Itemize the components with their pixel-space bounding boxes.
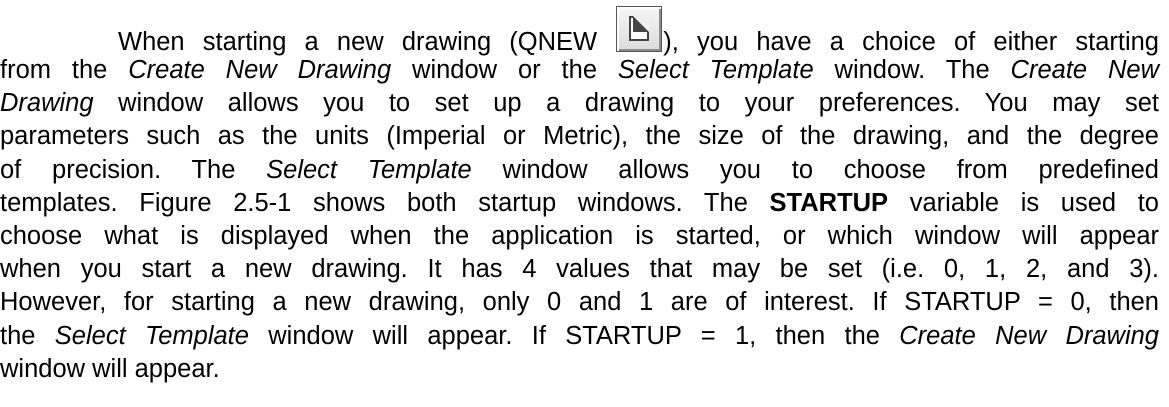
text-line: window will appear. <box>0 353 1159 386</box>
text-run: window will appear. If STARTUP = 1, then… <box>248 321 900 350</box>
text-line: Drawing window allows you to set up a dr… <box>0 87 1159 120</box>
text-line: of precision. The Select Template window… <box>0 154 1159 187</box>
window-name-italic: Create New <box>1010 56 1159 84</box>
text-run: templates. Figure 2.5-1 shows both start… <box>0 188 770 217</box>
text-line: When starting a new drawing (QNEW ), you… <box>0 6 1159 56</box>
text-run: ), you have a choice of either starting <box>663 28 1159 56</box>
document-fold <box>633 16 650 32</box>
text-run: When starting a new drawing (QNEW <box>118 28 616 56</box>
text-line: the Select Template window will appear. … <box>0 320 1159 353</box>
window-name-italic: Select Template <box>617 56 814 84</box>
text-line: when you start a new drawing. It has 4 v… <box>0 253 1159 286</box>
variable-name-bold: STARTUP <box>769 188 889 217</box>
text-run: parameters such as the units (Imperial o… <box>0 122 1159 151</box>
document-shape <box>629 16 650 41</box>
text-run: However, for starting a new drawing, onl… <box>0 288 1159 317</box>
document-page: When starting a new drawing (QNEW ), you… <box>0 0 1169 407</box>
text-run: window will appear. <box>0 354 220 383</box>
text-run: of precision. The <box>0 155 267 184</box>
text-run: when you start a new drawing. It has 4 v… <box>0 255 1159 284</box>
window-name-italic: Select Template <box>266 155 472 184</box>
window-name-italic: Create New Drawing <box>128 56 392 84</box>
text-run: window allows you to choose from predefi… <box>471 155 1159 184</box>
window-name-italic: Create New Drawing <box>899 321 1159 350</box>
new-drawing-icon <box>616 6 663 52</box>
text-run: window allows you to set up a drawing to… <box>93 89 1159 118</box>
text-run: choose what is displayed when the applic… <box>0 222 1159 251</box>
window-name-italic: Drawing <box>0 89 94 118</box>
text-run: window. The <box>813 56 1011 84</box>
text-run: window or the <box>391 56 618 84</box>
text-run: variable is used to <box>888 188 1159 217</box>
text-line: choose what is displayed when the applic… <box>0 220 1159 253</box>
text-run: from the <box>0 56 129 84</box>
text-run: the <box>0 321 55 350</box>
text-line: parameters such as the units (Imperial o… <box>0 120 1159 153</box>
text-line: However, for starting a new drawing, onl… <box>0 286 1159 319</box>
text-line: templates. Figure 2.5-1 shows both start… <box>0 187 1159 220</box>
startup-paragraph: When starting a new drawing (QNEW ), you… <box>0 6 1159 386</box>
window-name-italic: Select Template <box>54 321 249 350</box>
text-line: from the Create New Drawing window or th… <box>0 54 1159 87</box>
